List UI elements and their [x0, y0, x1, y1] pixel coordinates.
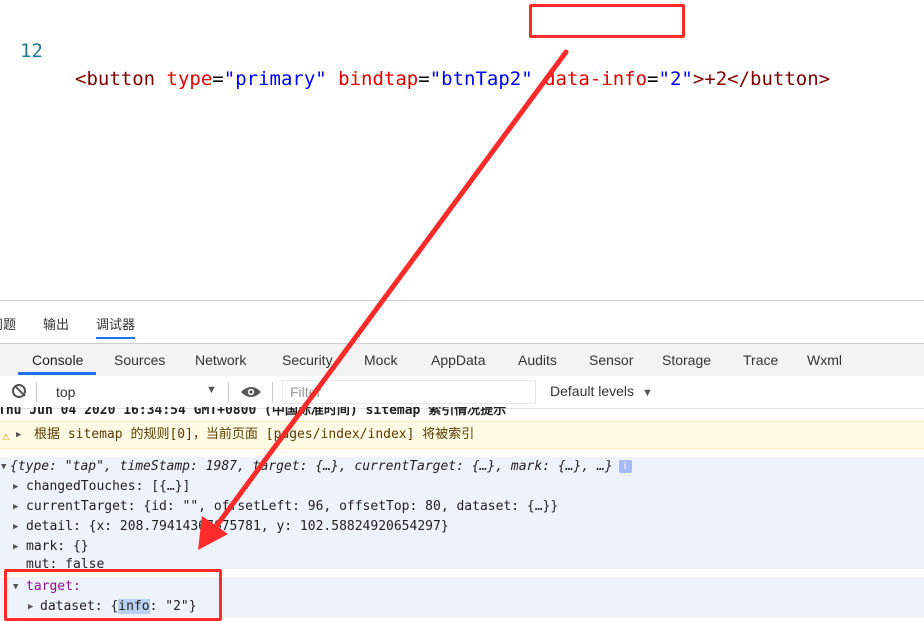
warning-icon: ⚠	[2, 429, 10, 444]
bottom-panel: 问题 输出 调试器 Console Sources Network Securi…	[0, 300, 924, 621]
panel-tab-problems[interactable]: 问题	[0, 314, 16, 333]
context-select[interactable]: top ▼	[44, 380, 220, 404]
code-tag-close: >+2</button>	[692, 68, 831, 90]
code-line: 12 <button type="primary" bindtap="btnTa…	[0, 9, 830, 90]
console-message-timestamp: Thu Jun 04 2020 16:34:54 GMT+0800 (中国标准时…	[0, 407, 507, 418]
console-output: Thu Jun 04 2020 16:34:54 GMT+0800 (中国标准时…	[0, 407, 924, 621]
object-summary-row[interactable]: ▼ {type: "tap", timeStamp: 1987, target:…	[0, 457, 924, 477]
panel-tab-debugger[interactable]: 调试器	[96, 314, 136, 339]
warning-text: 根据 sitemap 的规则[0]，当前页面 [pages/index/inde…	[34, 427, 475, 442]
code-eq: =	[647, 68, 659, 90]
toolbar-divider	[36, 382, 37, 402]
panel-tabs: 问题 输出 调试器	[0, 301, 924, 343]
collapse-arrow-icon[interactable]: ▼	[1, 457, 6, 477]
code-attr-type: type	[166, 68, 213, 90]
clear-console-icon[interactable]	[12, 384, 26, 398]
code-value-btntap2: "btnTap2"	[429, 68, 533, 90]
expand-arrow-icon[interactable]: ▶	[13, 497, 18, 517]
console-toolbar: top ▼ Filter Default levels ▼	[0, 376, 924, 409]
code-attr-bindtap: bindtap	[338, 68, 419, 90]
code-text: <button type="primary" bindtap="btnTap2"…	[75, 65, 830, 93]
chevron-down-icon: ▼	[206, 384, 217, 396]
code-value-2: "2"	[658, 68, 693, 90]
tab-storage[interactable]: Storage	[662, 352, 711, 368]
filter-placeholder: Filter	[290, 384, 322, 400]
toolbar-divider	[228, 382, 229, 402]
tab-audits[interactable]: Audits	[518, 352, 557, 368]
code-eq: =	[212, 68, 224, 90]
tab-appdata[interactable]: AppData	[431, 352, 485, 368]
tab-sensor[interactable]: Sensor	[589, 352, 633, 368]
property-current-target[interactable]: ▶ currentTarget: {id: "", offsetLeft: 96…	[0, 497, 924, 517]
object-summary: {type: "tap", timeStamp: 1987, target: {…	[10, 457, 632, 477]
tab-mock[interactable]: Mock	[364, 352, 397, 368]
expand-arrow-icon[interactable]: ▶	[16, 422, 21, 448]
expand-arrow-icon[interactable]: ▶	[13, 537, 18, 557]
code-attr-data-info: data-info	[544, 68, 648, 90]
tab-console[interactable]: Console	[32, 352, 83, 368]
line-number: 12	[20, 40, 43, 62]
code-value-primary: "primary"	[223, 68, 327, 90]
property-mark[interactable]: ▶ mark: {}	[0, 537, 924, 557]
code-editor: 12 <button type="primary" bindtap="btnTa…	[0, 0, 924, 300]
toolbar-divider	[272, 382, 273, 402]
tab-wxml[interactable]: Wxml	[807, 352, 842, 368]
highlight-box-target-dataset	[4, 569, 222, 621]
chevron-down-icon: ▼	[641, 387, 653, 399]
expand-arrow-icon[interactable]: ▶	[13, 477, 18, 497]
console-warning: ⚠ ▶ 根据 sitemap 的规则[0]，当前页面 [pages/index/…	[0, 421, 924, 449]
filter-input[interactable]: Filter	[282, 380, 536, 404]
devtools-tabs: Console Sources Network Security Mock Ap…	[0, 343, 924, 377]
property-detail[interactable]: ▶ detail: {x: 208.79414367675781, y: 102…	[0, 517, 924, 537]
levels-label: Default levels	[550, 383, 635, 399]
tab-trace[interactable]: Trace	[743, 352, 778, 368]
tab-sources[interactable]: Sources	[114, 352, 165, 368]
highlight-box-data-info	[529, 4, 685, 38]
eye-icon[interactable]	[240, 385, 262, 399]
log-levels-dropdown[interactable]: Default levels ▼	[550, 383, 653, 399]
tab-network[interactable]: Network	[195, 352, 246, 368]
code-eq: =	[418, 68, 430, 90]
property-changed-touches[interactable]: ▶ changedTouches: [{…}]	[0, 477, 924, 497]
tab-security[interactable]: Security	[282, 352, 333, 368]
panel-tab-output[interactable]: 输出	[43, 314, 69, 333]
code-tag-open: <button	[75, 68, 156, 90]
expand-arrow-icon[interactable]: ▶	[13, 517, 18, 537]
info-icon: i	[618, 460, 632, 473]
active-tab-indicator	[18, 372, 96, 375]
context-value: top	[56, 384, 76, 400]
property-mut: mut: false	[0, 557, 924, 569]
